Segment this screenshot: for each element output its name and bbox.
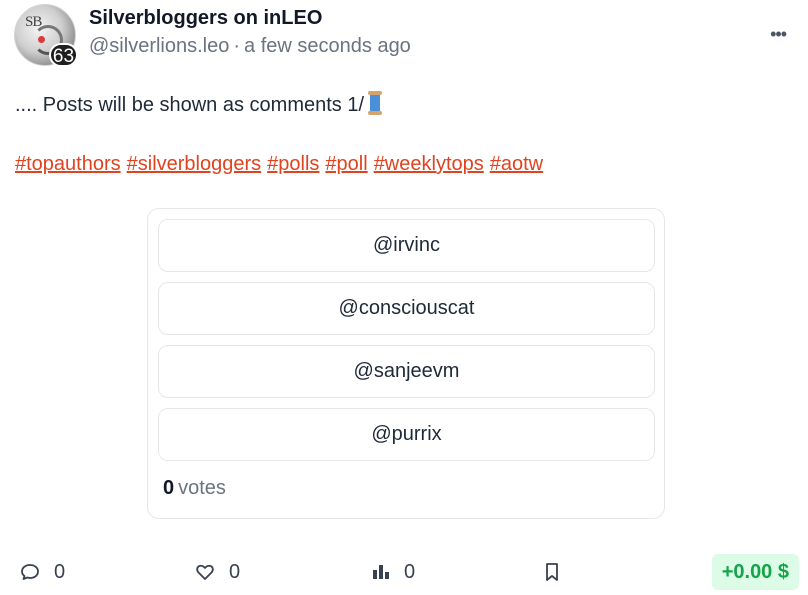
poll-vote-count: 0 <box>163 477 175 499</box>
hashtag-link[interactable]: #silverbloggers <box>127 153 262 175</box>
bookmark-button[interactable] <box>544 552 560 592</box>
poll-card: @irvinc @consciouscat @sanjeevm @purrix … <box>147 208 665 519</box>
spool-of-thread-icon <box>368 91 383 115</box>
post-timestamp: a few seconds ago <box>244 35 411 57</box>
comment-button[interactable]: 0 <box>20 552 65 592</box>
hashtag-link[interactable]: #poll <box>325 153 367 175</box>
hashtag-link[interactable]: #weeklytops <box>374 153 484 175</box>
hashtag-list: #topauthors #silverbloggers #polls #poll #we… <box>15 153 549 176</box>
like-count: 0 <box>229 560 241 583</box>
post-body-text: .... Posts will be shown as comments 1/ <box>15 94 365 116</box>
stats-button[interactable]: 0 <box>372 552 415 592</box>
bookmark-icon <box>546 563 558 581</box>
post-meta: @silverlions.leo · a few seconds ago <box>89 35 411 58</box>
poll-vote-summary: 0 votes <box>163 477 226 500</box>
author-handle[interactable]: @silverlions.leo <box>89 35 229 57</box>
poll-option-button[interactable]: @consciouscat <box>158 282 655 335</box>
comment-count: 0 <box>54 560 66 583</box>
hashtag-link[interactable]: #aotw <box>490 153 543 175</box>
comment-icon <box>21 564 39 580</box>
post-action-bar: 0 0 0 +0.00 $ <box>0 552 808 592</box>
like-button[interactable]: 0 <box>195 552 240 592</box>
post-header: SB 63 Silverbloggers on inLEO @silverlio… <box>12 4 798 68</box>
avatar-red-dot <box>38 36 45 43</box>
reputation-badge: 63 <box>49 43 78 67</box>
more-options-button[interactable]: ••• <box>770 24 787 45</box>
payout-badge[interactable]: +0.00 $ <box>711 554 799 590</box>
stats-count: 0 <box>404 560 416 583</box>
hashtag-link[interactable]: #topauthors <box>15 153 121 175</box>
post-body: .... Posts will be shown as comments 1/ <box>15 91 383 117</box>
poll-vote-label: votes <box>178 477 226 499</box>
poll-option-button[interactable]: @sanjeevm <box>158 345 655 398</box>
heart-icon <box>196 564 214 580</box>
bar-chart-icon <box>373 565 389 579</box>
meta-separator: · <box>233 35 241 57</box>
poll-option-button[interactable]: @irvinc <box>158 219 655 272</box>
author-name[interactable]: Silverbloggers on inLEO <box>89 7 322 30</box>
hashtag-link[interactable]: #polls <box>267 153 319 175</box>
poll-option-button[interactable]: @purrix <box>158 408 655 461</box>
